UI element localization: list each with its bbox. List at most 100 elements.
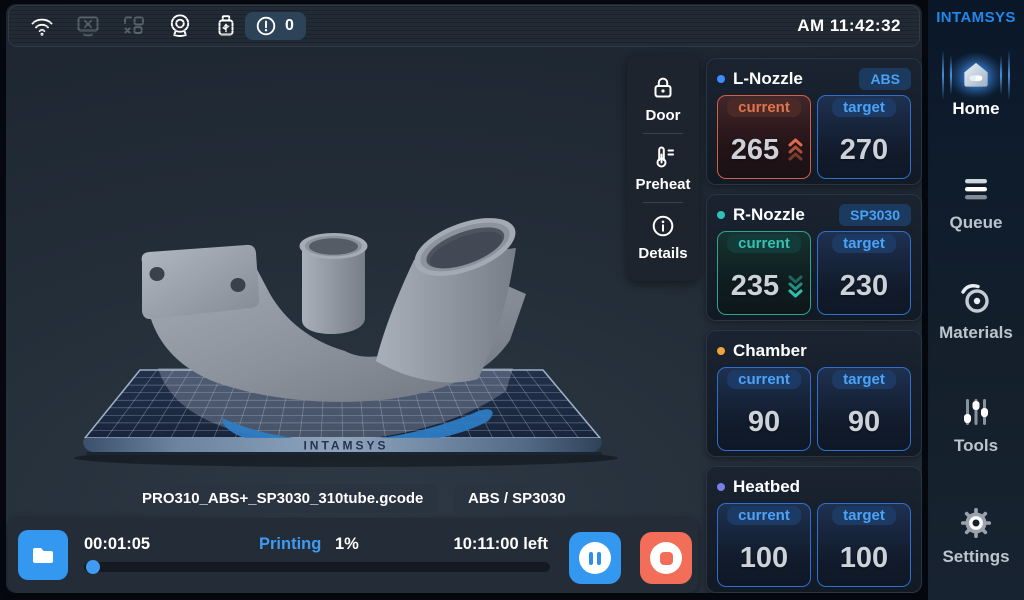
current-temp-card[interactable]: current 235 bbox=[717, 231, 811, 315]
sidebar-item-home[interactable]: Home bbox=[928, 56, 1024, 119]
model-center-cylinder bbox=[302, 246, 365, 334]
target-label: target bbox=[832, 506, 896, 525]
status-bar: 0 AM 11:42:32 bbox=[8, 5, 920, 47]
material-chip: ABS / SP3030 bbox=[453, 484, 581, 513]
thermometer-icon bbox=[649, 143, 677, 171]
plate-brand-label: INTAMSYS bbox=[303, 439, 388, 453]
door-label: Door bbox=[646, 107, 681, 124]
pause-button[interactable] bbox=[569, 532, 621, 584]
wifi-icon[interactable] bbox=[27, 11, 57, 41]
glow-bar bbox=[950, 55, 952, 95]
temp-panel-heatbed: Heatbed current 100 target 100 bbox=[706, 466, 922, 593]
target-temp-card[interactable]: target 100 bbox=[817, 503, 911, 587]
preheat-label: Preheat bbox=[635, 176, 690, 193]
folder-icon bbox=[30, 542, 56, 568]
current-temp-card[interactable]: current 90 bbox=[717, 367, 811, 451]
brand-logo: INTAMSYS bbox=[928, 9, 1024, 26]
tools-label: Tools bbox=[928, 436, 1024, 456]
target-temp-value: 230 bbox=[818, 270, 910, 303]
details-button[interactable]: Details bbox=[627, 203, 699, 271]
current-label: current bbox=[727, 370, 801, 389]
material-badge[interactable]: SP3030 bbox=[839, 204, 911, 226]
temp-panel-l-nozzle: L-Nozzle ABS current 265 target 270 bbox=[706, 58, 922, 185]
current-temp-value: 90 bbox=[718, 406, 810, 439]
elapsed-time: 00:01:05 bbox=[84, 535, 150, 554]
heater-name: Chamber bbox=[733, 341, 807, 361]
current-label: current bbox=[727, 98, 801, 117]
target-label: target bbox=[832, 98, 896, 117]
progress-indicator bbox=[86, 560, 100, 574]
filament-spool-icon bbox=[957, 280, 995, 318]
current-label: current bbox=[727, 506, 801, 525]
current-temp-card[interactable]: current 265 bbox=[717, 95, 811, 179]
time-remaining: 10:11:00 left bbox=[378, 535, 548, 554]
target-temp-value: 90 bbox=[818, 406, 910, 439]
display-off-icon bbox=[73, 11, 103, 41]
screen-mirror-icon bbox=[119, 11, 149, 41]
heater-name: R-Nozzle bbox=[733, 205, 805, 225]
alerts-badge[interactable]: 0 bbox=[245, 12, 306, 40]
material-badge[interactable]: ABS bbox=[859, 68, 911, 90]
status-dot bbox=[717, 347, 725, 355]
target-temp-card[interactable]: target 90 bbox=[817, 367, 911, 451]
print-control-bar: 00:01:05 Printing 1% 10:11:00 left bbox=[8, 518, 698, 593]
sidebar-item-queue[interactable]: Queue bbox=[928, 170, 1024, 233]
alert-count: 0 bbox=[285, 17, 294, 35]
queue-icon bbox=[959, 172, 993, 206]
pause-icon bbox=[579, 542, 611, 574]
panel-header: L-Nozzle ABS bbox=[717, 66, 911, 92]
info-icon bbox=[649, 212, 677, 240]
clock: AM 11:42:32 bbox=[797, 16, 901, 36]
status-dot bbox=[717, 211, 725, 219]
progress-percent: 1% bbox=[335, 535, 359, 554]
usb-drive-icon[interactable] bbox=[211, 11, 241, 41]
sliders-icon bbox=[959, 395, 993, 429]
main-screen: 0 AM 11:42:32 bbox=[6, 4, 922, 593]
glow-bar bbox=[1008, 50, 1010, 100]
progress-bar bbox=[84, 562, 550, 572]
target-label: target bbox=[832, 370, 896, 389]
alert-icon bbox=[255, 15, 277, 37]
stop-button[interactable] bbox=[640, 532, 692, 584]
glow-bar bbox=[942, 50, 944, 100]
status-dot bbox=[717, 483, 725, 491]
details-label: Details bbox=[638, 245, 687, 262]
preheat-button[interactable]: Preheat bbox=[627, 134, 699, 202]
temp-panel-chamber: Chamber current 90 target 90 bbox=[706, 330, 922, 457]
webcam-icon[interactable] bbox=[165, 11, 195, 41]
target-temp-value: 270 bbox=[818, 134, 910, 167]
heating-chevrons-icon bbox=[788, 138, 803, 162]
stop-icon bbox=[650, 542, 682, 574]
lock-icon bbox=[649, 74, 677, 102]
target-temp-card[interactable]: target 230 bbox=[817, 231, 911, 315]
status-icons bbox=[27, 11, 241, 41]
glow-bar bbox=[1000, 55, 1002, 95]
target-temp-value: 100 bbox=[818, 542, 910, 575]
cooling-chevrons-icon bbox=[788, 274, 803, 298]
queue-label: Queue bbox=[928, 213, 1024, 233]
sidebar-item-tools[interactable]: Tools bbox=[928, 393, 1024, 456]
panel-header: Chamber bbox=[717, 338, 911, 364]
target-temp-card[interactable]: target 270 bbox=[817, 95, 911, 179]
current-label: current bbox=[727, 234, 801, 253]
home-icon bbox=[958, 57, 994, 93]
nav-sidebar: INTAMSYS Home Q bbox=[928, 0, 1024, 600]
files-button[interactable] bbox=[18, 530, 68, 580]
gcode-file-chip: PRO310_ABS+_SP3030_310tube.gcode bbox=[127, 484, 438, 513]
gear-icon bbox=[958, 505, 994, 541]
status-dot bbox=[717, 75, 725, 83]
quick-actions-panel: Door Preheat Details bbox=[627, 55, 699, 281]
center-cylinder-bore bbox=[309, 238, 358, 255]
heater-name: L-Nozzle bbox=[733, 69, 803, 89]
door-button[interactable]: Door bbox=[627, 65, 699, 133]
temp-panel-r-nozzle: R-Nozzle SP3030 current 235 target 230 bbox=[706, 194, 922, 321]
flange-hole-right bbox=[231, 278, 246, 292]
materials-label: Materials bbox=[928, 323, 1024, 343]
current-temp-value: 100 bbox=[718, 542, 810, 575]
current-temp-card[interactable]: current 100 bbox=[717, 503, 811, 587]
sidebar-item-settings[interactable]: Settings bbox=[928, 504, 1024, 567]
sidebar-item-materials[interactable]: Materials bbox=[928, 280, 1024, 343]
heater-name: Heatbed bbox=[733, 477, 800, 497]
target-label: target bbox=[832, 234, 896, 253]
settings-label: Settings bbox=[928, 547, 1024, 567]
